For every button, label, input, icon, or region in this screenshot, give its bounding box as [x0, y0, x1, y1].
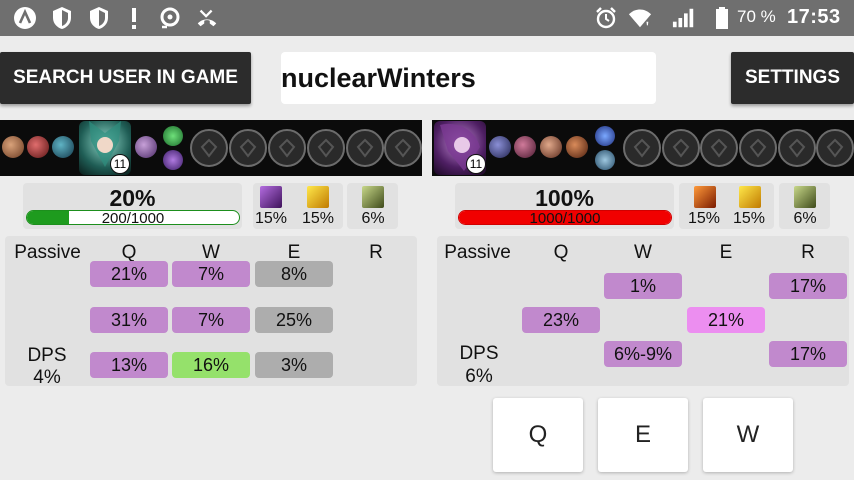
- rune-percent: 15%: [687, 210, 721, 227]
- ability-cell: 8%: [255, 261, 333, 287]
- shield-icon: [50, 6, 74, 30]
- champion-icon: [566, 136, 588, 158]
- alarm-icon: [594, 6, 618, 30]
- ability-cell: 13%: [90, 352, 168, 378]
- ability-cell: 3%: [255, 352, 333, 378]
- column-header-q: Q: [553, 242, 569, 263]
- dps-value: 4%: [33, 367, 61, 388]
- ability-cell: 21%: [90, 261, 168, 287]
- battery-icon: [710, 6, 734, 30]
- rune-percent: 15%: [732, 210, 766, 227]
- item-slot-empty[interactable]: [778, 129, 816, 167]
- player-right-hp-panel: 100% 1000/1000: [455, 183, 674, 229]
- item-slot-empty[interactable]: [307, 129, 345, 167]
- champion-level-badge: 11: [110, 154, 130, 174]
- gauntlet-rune-icon: [794, 186, 816, 208]
- champion-icon: [135, 136, 157, 158]
- player-left-runes-panel: 15% 15%: [253, 183, 343, 229]
- shield-half-icon: [87, 6, 111, 30]
- hp-text: 1000/1000: [529, 210, 601, 225]
- item-slot-empty[interactable]: [623, 129, 661, 167]
- ability-cell: 7%: [172, 261, 250, 287]
- column-header-passive: Passive: [444, 242, 511, 263]
- column-header-r: R: [369, 242, 383, 263]
- item-slot-empty[interactable]: [384, 129, 422, 167]
- hp-percent: 20%: [109, 185, 156, 211]
- item-slot-empty[interactable]: [268, 129, 306, 167]
- status-bar: 70 % 17:53: [0, 0, 854, 36]
- player-right-runes-panel: 15% 15%: [679, 183, 774, 229]
- ability-cell: 1%: [604, 273, 682, 299]
- champion-icon: [540, 136, 562, 158]
- wifi-icon: [628, 6, 652, 30]
- lightning-rune-icon: [739, 186, 761, 208]
- key-button-e[interactable]: E: [598, 398, 688, 472]
- dps-label: DPS: [27, 345, 67, 366]
- ability-cell: 21%: [687, 307, 765, 333]
- gauntlet-rune-icon: [362, 186, 384, 208]
- column-header-passive: Passive: [14, 242, 81, 263]
- champion-icon: [52, 136, 74, 158]
- item-slot-empty[interactable]: [346, 129, 384, 167]
- champion-icon: [2, 136, 24, 158]
- hp-bar: 1000/1000: [458, 210, 672, 225]
- hp-text: 200/1000: [101, 210, 165, 225]
- rune-percent: 15%: [254, 210, 288, 227]
- alert-icon: [122, 6, 146, 30]
- key-button-w[interactable]: W: [703, 398, 793, 472]
- ability-cell: 16%: [172, 352, 250, 378]
- dps-value: 6%: [465, 366, 493, 387]
- item-slot-empty[interactable]: [816, 129, 854, 167]
- sync-icon: [158, 6, 182, 30]
- missed-call-icon: [195, 6, 219, 30]
- player-left-rune-panel: 6%: [347, 183, 398, 229]
- lightning-rune-icon: [307, 186, 329, 208]
- champion-icon: [489, 136, 511, 158]
- summoner-spell-icon: [595, 150, 615, 170]
- column-header-r: R: [801, 242, 815, 263]
- item-slot-empty[interactable]: [662, 129, 700, 167]
- ability-cell: 7%: [172, 307, 250, 333]
- app-logo-icon: [13, 6, 37, 30]
- fire-rune-icon: [694, 186, 716, 208]
- column-header-e: E: [719, 242, 733, 263]
- item-slot-empty[interactable]: [700, 129, 738, 167]
- player-left-abilities-panel: Passive Q W E R 21% 7% 8% 31% 7% 25% DPS…: [5, 236, 417, 388]
- dps-label: DPS: [459, 343, 499, 364]
- rune-percent: 15%: [301, 210, 335, 227]
- summoner-spell-icon: [163, 126, 183, 146]
- ability-cell: 31%: [90, 307, 168, 333]
- battery-level: 70 %: [737, 7, 776, 26]
- player-right-abilities-panel: Passive Q W E R 1% 17% 23% 21% DPS 6% 6%…: [437, 236, 849, 387]
- dark-rune-icon: [260, 186, 282, 208]
- signal-icon: [672, 6, 696, 30]
- column-header-w: W: [634, 242, 652, 263]
- ability-cell: 6%-9%: [604, 341, 682, 367]
- hp-percent: 100%: [535, 185, 594, 211]
- key-button-q[interactable]: Q: [493, 398, 583, 472]
- username-input[interactable]: [281, 52, 656, 104]
- ability-cell: 17%: [769, 341, 847, 367]
- item-slot-empty[interactable]: [229, 129, 267, 167]
- rune-percent: 6%: [793, 210, 817, 227]
- ability-cell: 17%: [769, 273, 847, 299]
- settings-button[interactable]: SETTINGS: [731, 52, 854, 104]
- champion-icon: [514, 136, 536, 158]
- player-left-build-strip: 11: [0, 120, 422, 176]
- champion-icon: [27, 136, 49, 158]
- summoner-spell-icon: [595, 126, 615, 146]
- ability-cell: 25%: [255, 307, 333, 333]
- champion-level-badge: 11: [466, 154, 486, 174]
- search-user-button[interactable]: SEARCH USER IN GAME: [0, 52, 251, 104]
- player-right-rune-panel: 6%: [779, 183, 830, 229]
- item-slot-empty[interactable]: [739, 129, 777, 167]
- clock: 17:53: [787, 6, 841, 28]
- ability-cell: 23%: [522, 307, 600, 333]
- rune-percent: 6%: [361, 210, 385, 227]
- player-right-build-strip: 11: [432, 120, 854, 176]
- player-left-hp-panel: 20% 200/1000: [23, 183, 242, 229]
- hp-bar: 200/1000: [26, 210, 240, 225]
- item-slot-empty[interactable]: [190, 129, 228, 167]
- summoner-spell-icon: [163, 150, 183, 170]
